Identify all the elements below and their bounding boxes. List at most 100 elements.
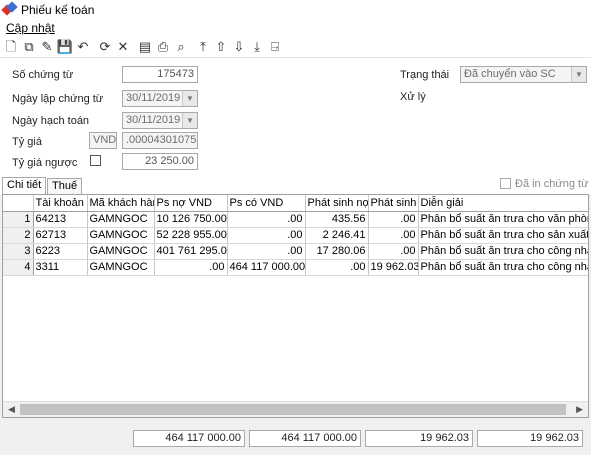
description-cell[interactable]: Phân bổ suất ăn trưa cho sản xuất -	[418, 227, 588, 244]
list-icon[interactable]: ▤	[137, 39, 153, 55]
tab-thue[interactable]: Thuế	[47, 178, 83, 195]
credit-amount-cell[interactable]: .00	[368, 243, 419, 260]
trang-thai-label: Trạng thái	[400, 69, 450, 81]
chevron-down-icon[interactable]: ▼	[182, 113, 197, 128]
credit-vnd-cell[interactable]: .00	[227, 211, 306, 228]
chevron-down-icon[interactable]: ▼	[571, 67, 586, 82]
debit-amount-cell[interactable]: 435.56	[305, 211, 369, 228]
ngay-lap-value: 30/11/2019	[126, 92, 181, 104]
credit-vnd-cell[interactable]: .00	[227, 227, 306, 244]
edit-icon[interactable]: ✎	[39, 39, 55, 55]
undo-icon[interactable]: ↶	[75, 39, 91, 55]
ngay-hach-toan-date-picker[interactable]: 30/11/2019 ▼	[122, 112, 198, 129]
account-cell[interactable]: 6223	[33, 243, 88, 260]
table-row[interactable]: 2 62713 GAMNGOC 52 228 955.00.00 2 246.41.00…	[3, 227, 588, 244]
table-row[interactable]: 1 64213 GAMNGOC 10 126 750.00.00 435.56.00 Ph…	[3, 211, 588, 228]
so-chung-tu-label: Số chứng từ	[12, 69, 74, 81]
account-cell[interactable]: 64213	[33, 211, 88, 228]
grid-header-row: Tài khoản Mã khách hàn Ps nợ VND Ps có V…	[3, 195, 588, 212]
col-header[interactable]: Diễn giải	[418, 195, 588, 212]
previous-record-icon[interactable]: ⇧	[213, 39, 229, 55]
detail-tabs: Chi tiết Thuế Đã in chứng từ	[0, 177, 591, 195]
detail-table: Tài khoản Mã khách hàn Ps nợ VND Ps có V…	[3, 195, 588, 276]
window-title: Phiếu kế toán	[21, 3, 95, 17]
horizontal-scrollbar[interactable]: ◀ ▶	[3, 401, 588, 417]
menu-cap-nhat[interactable]: Cập nhật	[6, 21, 55, 35]
debit-amount-cell[interactable]: 17 280.06	[305, 243, 369, 260]
so-chung-tu-input[interactable]: 175473	[122, 66, 198, 83]
account-cell[interactable]: 62713	[33, 227, 88, 244]
new-icon[interactable]: 🗋	[3, 39, 19, 55]
customer-code-cell[interactable]: GAMNGOC	[87, 259, 155, 276]
credit-amount-cell[interactable]: 19 962.03	[368, 259, 419, 276]
last-record-icon[interactable]: ⤓	[249, 39, 265, 55]
ngay-lap-label: Ngày lập chứng từ	[12, 93, 104, 105]
ty-gia-nguoc-label: Tỷ giá ngược	[12, 157, 78, 169]
ty-gia-label: Tỷ giá	[12, 136, 42, 148]
save-icon[interactable]: 💾	[57, 39, 73, 55]
next-record-icon[interactable]: ⇩	[231, 39, 247, 55]
row-number: 2	[3, 227, 34, 244]
copy-icon[interactable]: ⧉	[21, 39, 37, 55]
ngay-lap-date-picker[interactable]: 30/11/2019 ▼	[122, 90, 198, 107]
credit-amount-cell[interactable]: .00	[368, 211, 419, 228]
customer-code-cell[interactable]: GAMNGOC	[87, 227, 155, 244]
ty-gia-input[interactable]: .000043010753	[122, 132, 198, 149]
scrollbar-thumb[interactable]	[20, 404, 566, 415]
scroll-left-icon[interactable]: ◀	[8, 404, 15, 415]
toolbar-separator	[93, 39, 95, 55]
total-ps-no-vnd: 464 117 000.00	[133, 430, 245, 447]
credit-vnd-cell[interactable]: .00	[227, 243, 306, 260]
table-row[interactable]: 4 3311 GAMNGOC .00 464 117 000.00.00 19 962.0…	[3, 259, 588, 276]
chevron-down-icon[interactable]: ▼	[182, 91, 197, 106]
delete-icon[interactable]: ✕	[115, 39, 131, 55]
toolbar: 🗋 ⧉ ✎ 💾 ↶ ⟳ ✕ ▤ ⎙ ⌕ ⤒ ⇧ ⇩ ⤓ ⍈	[0, 36, 591, 58]
ngay-hach-toan-label: Ngày hạch toán	[12, 115, 90, 127]
debit-vnd-cell[interactable]: 10 126 750.00	[154, 211, 228, 228]
tab-chi-tiet[interactable]: Chi tiết	[2, 177, 47, 195]
credit-amount-cell[interactable]: .00	[368, 227, 419, 244]
col-header[interactable]: Phát sinh nợ	[305, 195, 369, 212]
col-header[interactable]: Ps có VND	[227, 195, 306, 212]
menu-bar: Cập nhật	[0, 20, 591, 36]
description-cell[interactable]: Phân bổ suất ăn trưa cho công nhân	[418, 243, 588, 260]
scroll-right-icon[interactable]: ▶	[576, 404, 583, 415]
description-cell[interactable]: Phân bổ suất ăn trưa cho văn phòng	[418, 211, 588, 228]
trang-thai-select[interactable]: Đã chuyển vào SC ▼	[460, 66, 587, 83]
col-header[interactable]: Phát sinh	[368, 195, 419, 212]
toolbar-separator	[191, 39, 193, 55]
debit-amount-cell[interactable]: 2 246.41	[305, 227, 369, 244]
total-ps-no: 19 962.03	[365, 430, 473, 447]
refresh-icon[interactable]: ⟳	[97, 39, 113, 55]
da-in-checkbox[interactable]	[500, 178, 511, 189]
debit-amount-cell[interactable]: .00	[305, 259, 369, 276]
debit-vnd-cell[interactable]: 52 228 955.00	[154, 227, 228, 244]
customer-code-cell[interactable]: GAMNGOC	[87, 243, 155, 260]
account-cell[interactable]: 3311	[33, 259, 88, 276]
trang-thai-value: Đã chuyển vào SC	[464, 68, 556, 80]
ty-gia-nguoc-checkbox[interactable]	[90, 155, 101, 166]
first-record-icon[interactable]: ⤒	[195, 39, 211, 55]
voucher-header-form: Số chứng từ 175473 Ngày lập chứng từ 30/…	[0, 58, 591, 178]
ty-gia-nguoc-input[interactable]: 23 250.00	[122, 153, 198, 170]
print-icon[interactable]: ⎙	[155, 39, 171, 55]
exit-icon[interactable]: ⍈	[267, 39, 283, 55]
col-header[interactable]: Tài khoản	[33, 195, 88, 212]
debit-vnd-cell[interactable]: .00	[154, 259, 228, 276]
detail-grid: Tài khoản Mã khách hàn Ps nợ VND Ps có V…	[2, 194, 589, 418]
total-ps-co: 19 962.03	[477, 430, 583, 447]
col-header[interactable]: Ps nợ VND	[154, 195, 228, 212]
da-in-label: Đã in chứng từ	[515, 178, 589, 190]
row-number-header	[3, 195, 34, 212]
col-header[interactable]: Mã khách hàn	[87, 195, 155, 212]
credit-vnd-cell[interactable]: 464 117 000.00	[227, 259, 306, 276]
description-cell[interactable]: Phân bổ suất ăn trưa cho công nhân	[418, 259, 588, 276]
find-icon[interactable]: ⌕	[173, 39, 189, 55]
ngay-hach-toan-value: 30/11/2019	[126, 114, 181, 126]
currency-code-field[interactable]: VND	[89, 132, 117, 149]
total-ps-co-vnd: 464 117 000.00	[249, 430, 361, 447]
totals-bar: 464 117 000.00 464 117 000.00 19 962.03 …	[0, 420, 591, 455]
debit-vnd-cell[interactable]: 401 761 295.00	[154, 243, 228, 260]
table-row[interactable]: 3 6223 GAMNGOC 401 761 295.00.00 17 280.06.0…	[3, 243, 588, 260]
customer-code-cell[interactable]: GAMNGOC	[87, 211, 155, 228]
